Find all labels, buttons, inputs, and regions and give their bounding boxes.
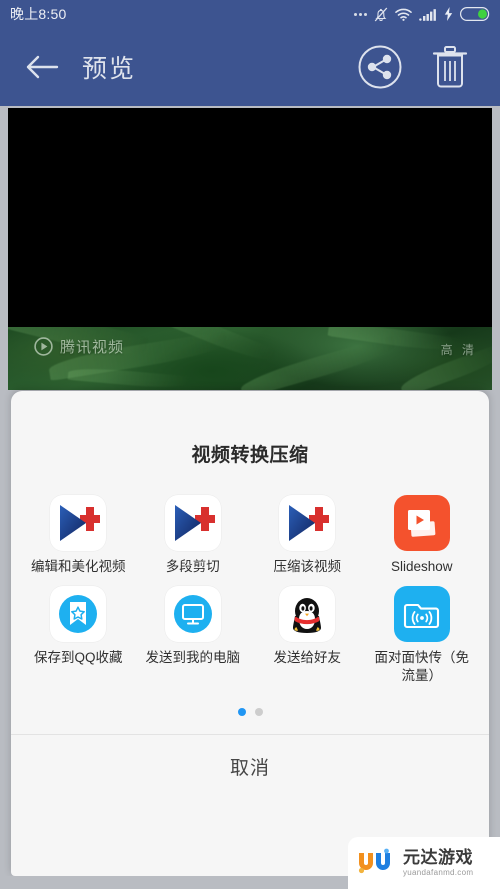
back-button[interactable] — [14, 39, 70, 95]
page-title: 预览 — [82, 55, 137, 83]
page-dot-2[interactable] — [254, 707, 263, 716]
trash-icon — [432, 46, 468, 88]
charging-bolt-icon — [444, 7, 453, 21]
delete-button[interactable] — [426, 43, 474, 91]
face-to-face-transfer-icon — [393, 586, 450, 643]
share-item-send-to-friend[interactable]: 发送给好友 — [250, 586, 365, 685]
page-indicator[interactable] — [11, 686, 489, 734]
share-item-multi-trim[interactable]: 多段剪切 — [136, 495, 251, 576]
share-item-label: 多段剪切 — [165, 559, 220, 574]
sheet-title: 视频转换压缩 — [191, 445, 309, 466]
videoshow-app-icon — [164, 495, 221, 551]
tencent-watermark-text: 腾讯视频 — [60, 338, 125, 356]
app-bar: 预览 — [0, 28, 500, 106]
phone-screen: 晚上8:50 预览 腾讯视频 高 清 视频转换压缩 编辑和美化视频 多段剪切 压… — [0, 0, 500, 889]
share-item-label: 发送给好友 — [273, 650, 342, 666]
cancel-button[interactable]: 取消 — [11, 734, 489, 799]
share-item-label: 面对面快传（免流量） — [374, 650, 470, 684]
play-icon — [34, 337, 53, 356]
status-time: 晚上8:50 — [10, 6, 67, 22]
share-target-grid: 编辑和美化视频 多段剪切 压缩该视频 Slideshow 保存到QQ收藏 发送到… — [11, 477, 489, 686]
share-item-edit-beautify[interactable]: 编辑和美化视频 — [21, 495, 136, 576]
share-item-label: 编辑和美化视频 — [31, 559, 126, 574]
video-letterbox — [8, 108, 492, 327]
tencent-video-watermark: 腾讯视频 — [34, 336, 124, 357]
share-item-qq-favorites[interactable]: 保存到QQ收藏 — [21, 586, 136, 685]
my-computer-monitor-icon — [164, 586, 221, 643]
yuanda-u-logo-icon — [358, 848, 390, 874]
qq-penguin-icon — [279, 586, 336, 643]
share-item-label: 压缩该视频 — [273, 559, 342, 574]
share-item-label: 保存到QQ收藏 — [33, 650, 123, 666]
app-bar-actions — [356, 43, 500, 91]
silent-bell-icon — [374, 7, 388, 21]
status-icons — [354, 7, 490, 22]
share-item-label: 发送到我的电脑 — [145, 650, 241, 666]
share-bottom-sheet: 视频转换压缩 编辑和美化视频 多段剪切 压缩该视频 Slideshow 保存到Q… — [11, 391, 489, 876]
qq-favorite-star-icon — [50, 586, 107, 643]
video-quality-badge: 高 清 — [440, 343, 477, 357]
watermark-brand: 元达游戏 — [403, 848, 473, 867]
signal-bars-icon — [419, 8, 436, 21]
share-item-face-to-face-transfer[interactable]: 面对面快传（免流量） — [365, 586, 480, 685]
share-item-compress-video[interactable]: 压缩该视频 — [250, 495, 365, 576]
share-item-slideshow[interactable]: Slideshow — [365, 495, 480, 576]
watermark-domain: yuandafanmd.com — [403, 868, 474, 877]
share-icon — [358, 45, 402, 89]
videoshow-app-icon — [279, 495, 336, 551]
wifi-icon — [395, 8, 412, 21]
status-bar: 晚上8:50 — [0, 0, 500, 28]
share-button[interactable] — [356, 43, 404, 91]
battery-icon — [460, 7, 490, 21]
share-item-my-computer[interactable]: 发送到我的电脑 — [136, 586, 251, 685]
watermark-text: 元达游戏 yuandafanmd.com — [403, 849, 473, 877]
back-arrow-icon — [26, 55, 59, 79]
page-dot-1[interactable] — [237, 707, 246, 716]
more-dots-icon — [354, 12, 367, 16]
slideshow-icon — [393, 495, 450, 551]
site-watermark: 元达游戏 yuandafanmd.com — [348, 837, 500, 889]
share-item-label: Slideshow — [390, 559, 453, 574]
video-preview[interactable]: 腾讯视频 高 清 — [8, 108, 492, 390]
videoshow-app-icon — [50, 495, 107, 551]
